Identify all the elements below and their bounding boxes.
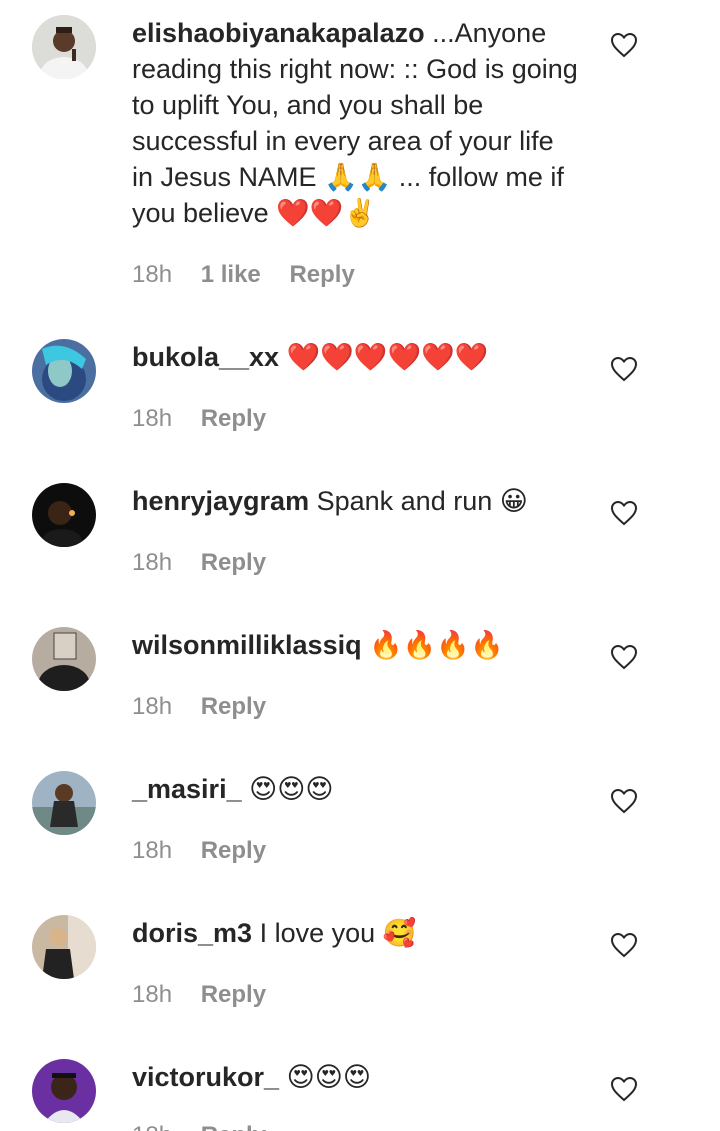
avatar[interactable]: [32, 1059, 96, 1123]
like-button[interactable]: [610, 788, 638, 814]
avatar[interactable]: [32, 627, 96, 691]
comment-time: 18h: [132, 837, 173, 864]
comment-meta: 18h Reply: [132, 404, 288, 434]
comment-time: 18h: [132, 549, 173, 576]
comment-meta: 18h Reply: [132, 980, 288, 1010]
comment-username[interactable]: wilsonmilliklassiq: [132, 630, 362, 660]
like-button[interactable]: [610, 356, 638, 382]
comment-username[interactable]: victorukor_: [132, 1062, 279, 1092]
like-button[interactable]: [610, 500, 638, 526]
reply-button[interactable]: Reply: [201, 549, 266, 576]
reply-button[interactable]: Reply: [201, 693, 266, 720]
avatar[interactable]: [32, 771, 96, 835]
comment-body: wilsonmilliklassiq 🔥🔥🔥🔥: [132, 627, 582, 663]
comment-text: 😍😍😍: [249, 774, 334, 804]
comment-text: 🔥🔥🔥🔥: [369, 630, 504, 660]
avatar[interactable]: [32, 339, 96, 403]
heart-outline-icon: [610, 788, 638, 814]
heart-outline-icon: [610, 500, 638, 526]
avatar[interactable]: [32, 915, 96, 979]
comment-text: Spank and run 😀: [316, 486, 528, 516]
comment-meta: 18h 1 like Reply: [132, 260, 377, 290]
like-button[interactable]: [610, 32, 638, 58]
comment-time: 18h: [132, 405, 173, 432]
comment-username[interactable]: doris_m3: [132, 918, 252, 948]
reply-button[interactable]: Reply: [201, 981, 266, 1008]
comment-time: 18h: [132, 693, 173, 720]
comment-username[interactable]: elishaobiyanakapalazo: [132, 18, 425, 48]
reply-button[interactable]: Reply: [289, 261, 354, 288]
comment-meta: 18h Reply: [132, 836, 288, 866]
comment-meta: 18h Reply: [132, 1121, 288, 1131]
comment-username[interactable]: bukola__xx: [132, 342, 279, 372]
comment-body: victorukor_ 😍😍😍: [132, 1059, 582, 1095]
comment-likes-count[interactable]: 1 like: [201, 261, 261, 288]
comment-time: 18h: [132, 261, 173, 288]
comment-body: elishaobiyanakapalazo ...Anyone reading …: [132, 15, 582, 231]
reply-button[interactable]: Reply: [201, 1122, 266, 1131]
comment-body: _masiri_ 😍😍😍: [132, 771, 582, 807]
comment-username[interactable]: henryjaygram: [132, 486, 309, 516]
comment-body: bukola__xx ❤️❤️❤️❤️❤️❤️: [132, 339, 582, 375]
like-button[interactable]: [610, 1076, 638, 1102]
like-button[interactable]: [610, 932, 638, 958]
comment-time: 18h: [132, 1122, 172, 1131]
comment-body: doris_m3 I love you 🥰: [132, 915, 582, 951]
comment-text: ...Anyone reading this right now: :: God…: [132, 18, 578, 228]
comment-text: I love you 🥰: [259, 918, 417, 948]
comment-username[interactable]: _masiri_: [132, 774, 242, 804]
comment-meta: 18h Reply: [132, 548, 288, 578]
like-button[interactable]: [610, 644, 638, 670]
heart-outline-icon: [610, 644, 638, 670]
avatar[interactable]: [32, 483, 96, 547]
comment-meta: 18h Reply: [132, 692, 288, 722]
heart-outline-icon: [610, 1076, 638, 1102]
avatar[interactable]: [32, 15, 96, 79]
comment-time: 18h: [132, 981, 173, 1008]
comment-text: ❤️❤️❤️❤️❤️❤️: [286, 342, 489, 372]
heart-outline-icon: [610, 932, 638, 958]
heart-outline-icon: [610, 356, 638, 382]
heart-outline-icon: [610, 32, 638, 58]
comment-text: 😍😍😍: [286, 1062, 372, 1092]
comment-body: henryjaygram Spank and run 😀: [132, 483, 582, 519]
reply-button[interactable]: Reply: [201, 837, 266, 864]
reply-button[interactable]: Reply: [201, 405, 266, 432]
